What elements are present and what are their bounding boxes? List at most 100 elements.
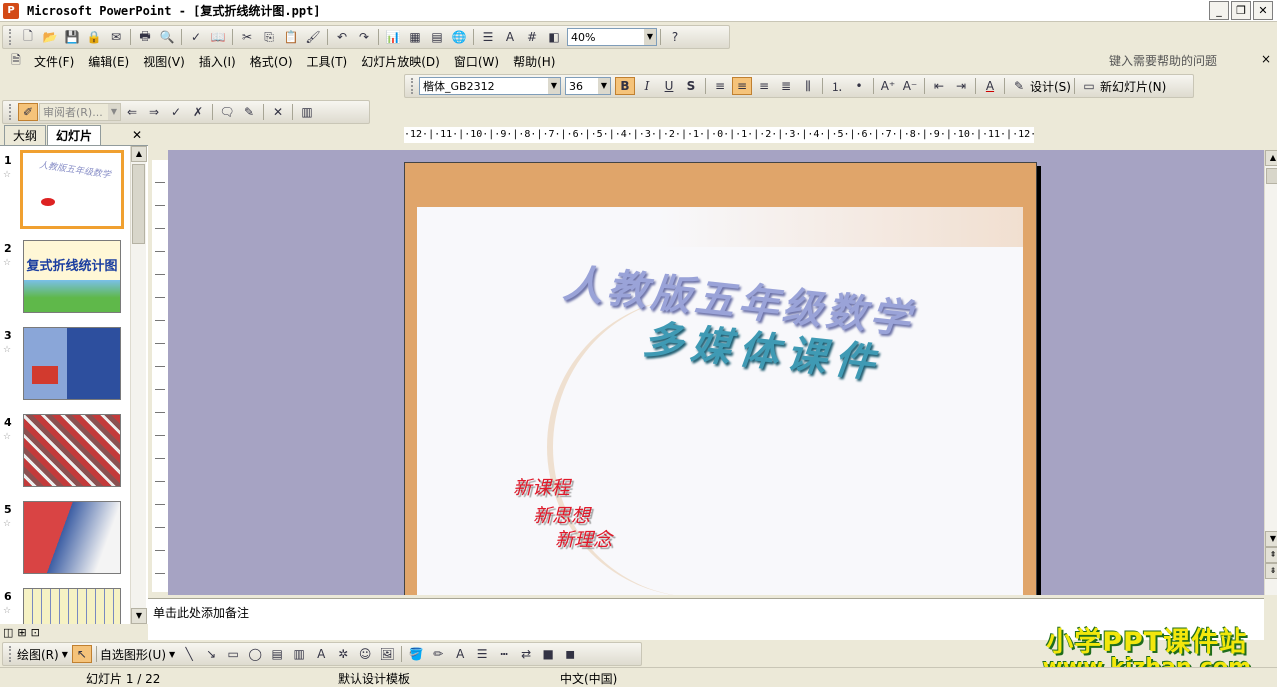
slide-thumbnail[interactable] [23, 327, 121, 400]
justify-icon[interactable]: ≣ [776, 77, 796, 95]
select-objects-icon[interactable]: ↖ [71, 645, 92, 663]
decrease-indent-icon[interactable]: ⇤ [929, 77, 949, 95]
paste-icon[interactable]: 📋 [281, 28, 301, 46]
horizontal-ruler[interactable]: ·12·|·11·|·10·|·9·|·8·|·7·|·6·|·5·|·4·|·… [404, 127, 1034, 143]
redo-icon[interactable]: ↷ [354, 28, 374, 46]
permission-icon[interactable]: 🔒 [84, 28, 104, 46]
bullets-icon[interactable]: • [849, 77, 869, 95]
menu-edit[interactable]: 编辑(E) [81, 53, 136, 70]
slogan-2[interactable]: 新思想 [533, 501, 590, 528]
shadow-style-icon[interactable]: ■ [538, 645, 558, 663]
hyperlink-icon[interactable]: 🌐 [449, 28, 469, 46]
insert-comment-icon[interactable]: 🗨 [217, 103, 237, 121]
menu-format[interactable]: 格式(O) [243, 53, 300, 70]
zoom-select[interactable]: 40% ▼ [567, 28, 657, 46]
wordart-icon[interactable]: A [311, 645, 331, 663]
font-color-icon[interactable]: A [450, 645, 470, 663]
tab-outline[interactable]: 大纲 [4, 125, 47, 145]
increase-font-icon[interactable]: A⁺ [878, 77, 898, 95]
slide-thumbnail[interactable] [23, 588, 121, 624]
arrow-style-icon[interactable]: ⇄ [516, 645, 536, 663]
slide-thumbnail[interactable] [23, 414, 121, 487]
reviewer-select[interactable]: 审阅者(R)... ▼ [39, 103, 121, 121]
align-center-icon[interactable]: ≡ [732, 77, 752, 95]
slide-thumbnail[interactable]: 人教版五年级数学 [20, 150, 124, 229]
help-search-input[interactable]: 键入需要帮助的问题 [1109, 52, 1217, 69]
apply-icon[interactable]: ✓ [166, 103, 186, 121]
font-color-icon[interactable]: A [980, 77, 1000, 95]
tab-slides[interactable]: 幻灯片 [47, 125, 102, 145]
show-grid-icon[interactable]: # [522, 28, 542, 46]
spelling-icon[interactable]: ✓ [186, 28, 206, 46]
thumbnail-1[interactable]: 1 ☆ 人教版五年级数学 [0, 150, 132, 230]
next-icon[interactable]: ⇒ [144, 103, 164, 121]
menu-window[interactable]: 窗口(W) [447, 53, 506, 70]
bold-button[interactable]: B [615, 77, 635, 95]
help-icon[interactable]: ? [665, 28, 685, 46]
reviewing-pane-icon[interactable]: ▥ [297, 103, 317, 121]
research-icon[interactable]: 📖 [208, 28, 228, 46]
line-icon[interactable]: ╲ [179, 645, 199, 663]
italic-button[interactable]: I [637, 77, 657, 95]
textbox-icon[interactable]: ▤ [267, 645, 287, 663]
color-grayscale-icon[interactable]: ◧ [544, 28, 564, 46]
distributed-icon[interactable]: ⫼ [798, 77, 818, 95]
thumbnail-3[interactable]: 3 ☆ [0, 325, 132, 405]
thumbnail-2[interactable]: 2 ☆ 复式折线统计图 [0, 238, 132, 318]
menu-tools[interactable]: 工具(T) [300, 53, 355, 70]
menu-view[interactable]: 视图(V) [136, 53, 192, 70]
restore-button[interactable]: ❐ [1231, 1, 1251, 20]
menu-file[interactable]: 文件(F) [27, 53, 81, 70]
new-icon[interactable]: 🗋 [18, 28, 38, 46]
oval-icon[interactable]: ◯ [245, 645, 265, 663]
font-select[interactable]: 楷体_GB2312 ▼ [419, 77, 561, 95]
notes-placeholder[interactable]: 单击此处添加备注 [153, 606, 249, 620]
thumbnail-4[interactable]: 4 ☆ [0, 412, 132, 492]
shadow-button[interactable]: S [681, 77, 701, 95]
chevron-down-icon[interactable]: ▼ [62, 650, 68, 659]
increase-indent-icon[interactable]: ⇥ [951, 77, 971, 95]
dash-style-icon[interactable]: ┅ [494, 645, 514, 663]
new-slide-button[interactable]: 新幻灯片(N) [1100, 78, 1166, 95]
slide-thumbnail[interactable]: 复式折线统计图 [23, 240, 121, 313]
previous-icon[interactable]: ⇐ [122, 103, 142, 121]
diagram-icon[interactable]: ✲ [333, 645, 353, 663]
fill-color-icon[interactable]: 🪣 [406, 645, 426, 663]
vertical-textbox-icon[interactable]: ▥ [289, 645, 309, 663]
underline-button[interactable]: U [659, 77, 679, 95]
save-icon[interactable]: 💾 [62, 28, 82, 46]
edit-comment-icon[interactable]: ✎ [239, 103, 259, 121]
close-button[interactable]: ✕ [1253, 1, 1273, 20]
chevron-down-icon[interactable]: ▼ [169, 650, 175, 659]
insert-table-icon[interactable]: ▦ [405, 28, 425, 46]
thumbnail-6[interactable]: 6 ☆ [0, 586, 132, 624]
normal-view-icon[interactable]: ◫ [3, 626, 13, 639]
tables-borders-icon[interactable]: ▤ [427, 28, 447, 46]
thumbnail-5[interactable]: 5 ☆ [0, 499, 132, 579]
slogan-1[interactable]: 新课程 [513, 473, 570, 500]
slide-editor[interactable]: 人教版五年级数学 多媒体课件 新课程 新思想 新理念 [168, 150, 1264, 595]
3d-style-icon[interactable]: ◼ [560, 645, 580, 663]
expand-all-icon[interactable]: ☰ [478, 28, 498, 46]
slogan-3[interactable]: 新理念 [555, 525, 612, 552]
line-color-icon[interactable]: ✏ [428, 645, 448, 663]
picture-icon[interactable]: 🖼 [377, 645, 397, 663]
help-close-icon[interactable]: × [1261, 52, 1271, 66]
rectangle-icon[interactable]: ▭ [223, 645, 243, 663]
slideshow-icon[interactable]: ⊡ [31, 626, 40, 639]
font-size-select[interactable]: 36 ▼ [565, 77, 611, 95]
print-preview-icon[interactable]: 🔍 [157, 28, 177, 46]
slide-thumbnail[interactable] [23, 501, 121, 574]
slide-canvas[interactable]: 人教版五年级数学 多媒体课件 新课程 新思想 新理念 [404, 162, 1037, 595]
numbering-icon[interactable]: ⒈ [827, 77, 847, 95]
format-painter-icon[interactable]: 🖌 [303, 28, 323, 46]
design-button[interactable]: 设计(S) [1030, 78, 1071, 95]
editor-scrollbar[interactable]: ▲ ▼ ⇞ ⇟ [1264, 150, 1277, 595]
pane-close-icon[interactable]: ✕ [132, 128, 142, 142]
minimize-button[interactable]: _ [1209, 1, 1229, 20]
open-icon[interactable]: 📂 [40, 28, 60, 46]
show-formatting-icon[interactable]: A [500, 28, 520, 46]
autoshapes-menu[interactable]: 自选图形(U) [100, 646, 166, 663]
arrow-icon[interactable]: ↘ [201, 645, 221, 663]
clipart-icon[interactable]: ☺ [355, 645, 375, 663]
